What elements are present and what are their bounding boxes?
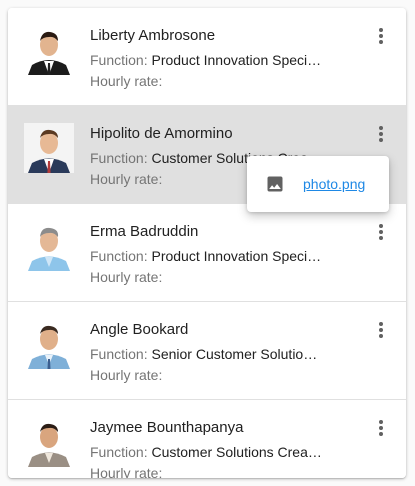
employee-name: Liberty Ambrosone — [90, 27, 216, 44]
function-line: Function: Customer Solutions Crea… — [90, 444, 360, 460]
function-line: Function: Product Innovation Speci… — [90, 248, 360, 264]
more-vert-icon[interactable] — [378, 28, 384, 46]
employee-name: Jaymee Bounthapanya — [90, 419, 244, 436]
more-vert-icon[interactable] — [378, 224, 384, 242]
hourly-rate-label: Hourly rate: — [90, 73, 163, 89]
function-label: Function: — [90, 346, 148, 362]
list-item[interactable]: Liberty Ambrosone Function: Product Inno… — [8, 8, 406, 106]
list-item[interactable]: Jaymee Bounthapanya Function: Customer S… — [8, 400, 406, 478]
hourly-rate-line: Hourly rate: — [90, 269, 360, 285]
function-value: Senior Customer Solutio… — [151, 346, 318, 362]
function-label: Function: — [90, 248, 148, 264]
hourly-rate-label: Hourly rate: — [90, 367, 163, 383]
hourly-rate-label: Hourly rate: — [90, 465, 163, 478]
list-item[interactable]: Erma Badruddin Function: Product Innovat… — [8, 204, 406, 302]
employee-list: Liberty Ambrosone Function: Product Inno… — [8, 8, 406, 478]
employee-name: Hipolito de Amormino — [90, 125, 233, 142]
function-value: Customer Solutions Crea… — [151, 444, 322, 460]
function-value: Product Innovation Speci… — [151, 52, 322, 68]
function-value: Product Innovation Speci… — [151, 248, 322, 264]
function-label: Function: — [90, 444, 148, 460]
image-icon — [265, 174, 285, 194]
more-vert-icon[interactable] — [378, 322, 384, 340]
avatar — [24, 221, 74, 271]
hourly-rate-line: Hourly rate: — [90, 367, 360, 383]
function-label: Function: — [90, 52, 148, 68]
hourly-rate-label: Hourly rate: — [90, 171, 163, 187]
avatar — [24, 25, 74, 75]
more-vert-icon[interactable] — [378, 126, 384, 144]
employee-name: Erma Badruddin — [90, 223, 199, 240]
attachment-link[interactable]: photo.png — [303, 176, 365, 192]
avatar — [24, 319, 74, 369]
avatar — [24, 417, 74, 467]
hourly-rate-line: Hourly rate: — [90, 73, 360, 89]
hourly-rate-label: Hourly rate: — [90, 269, 163, 285]
function-line: Function: Product Innovation Speci… — [90, 52, 360, 68]
more-vert-icon[interactable] — [378, 420, 384, 438]
attachment-popup: photo.png — [247, 156, 389, 212]
function-line: Function: Senior Customer Solutio… — [90, 346, 360, 362]
list-item[interactable]: Angle Bookard Function: Senior Customer … — [8, 302, 406, 400]
hourly-rate-line: Hourly rate: — [90, 465, 360, 478]
function-label: Function: — [90, 150, 148, 166]
avatar — [24, 123, 74, 173]
employee-name: Angle Bookard — [90, 321, 189, 338]
